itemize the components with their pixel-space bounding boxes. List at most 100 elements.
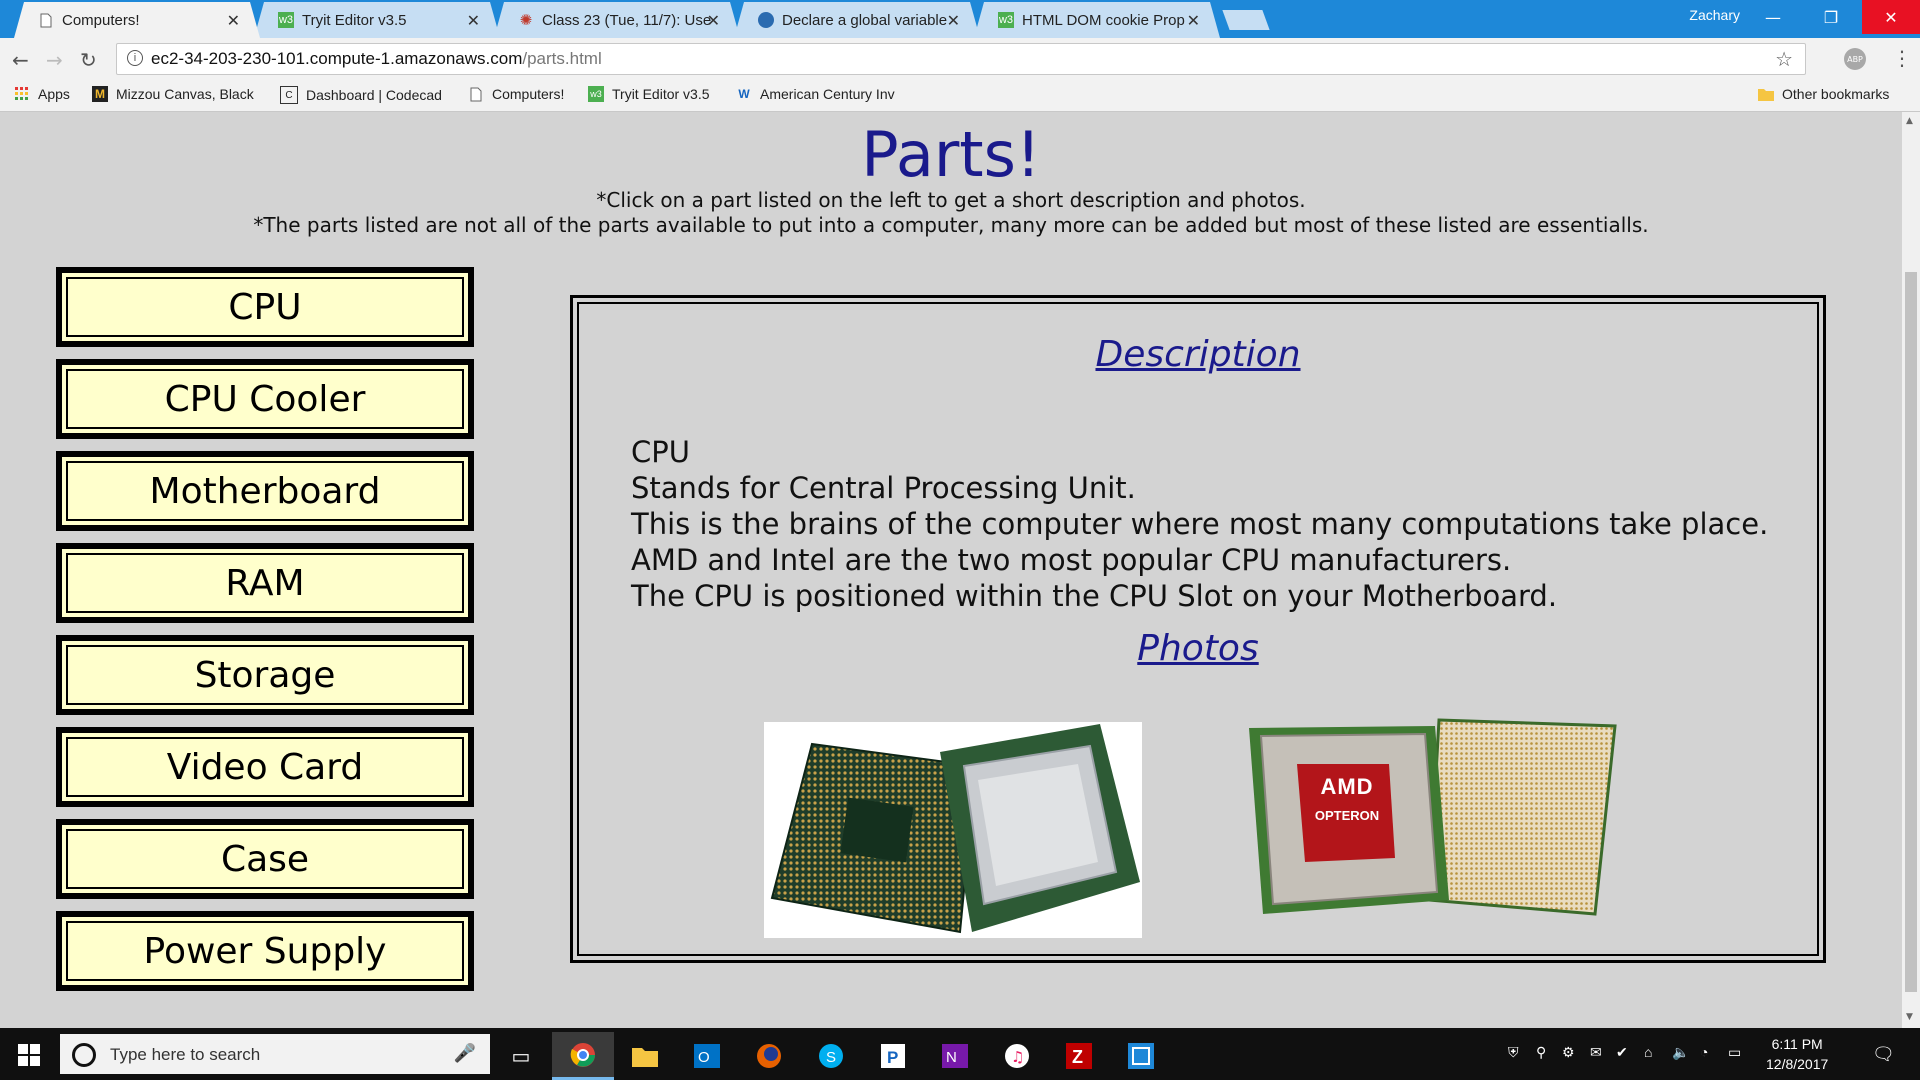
profile-name[interactable]: Zachary <box>1689 7 1740 23</box>
bookmark-american-century[interactable]: W American Century Inv <box>736 86 908 102</box>
description-line: The CPU is positioned within the CPU Slo… <box>631 579 1558 613</box>
cortana-icon <box>72 1043 96 1067</box>
restore-icon[interactable]: ❐ <box>1802 0 1860 34</box>
filezilla-icon[interactable]: Z <box>1048 1032 1110 1080</box>
skype-icon[interactable]: S <box>800 1032 862 1080</box>
info-icon[interactable]: i <box>127 50 143 66</box>
tab-title: Tryit Editor v3.5 <box>302 11 407 29</box>
app-window-icon[interactable] <box>1110 1032 1172 1080</box>
back-arrow-icon[interactable]: ← <box>12 48 29 72</box>
outlook-icon[interactable]: O <box>676 1032 738 1080</box>
description-heading: Description <box>1095 334 1301 375</box>
scroll-down-icon[interactable]: ▼ <box>1906 1012 1913 1022</box>
bookmark-codecademy[interactable]: C Dashboard | Codecad <box>280 86 450 104</box>
apps-grid-icon <box>14 86 30 102</box>
description-line: AMD and Intel are the two most popular C… <box>631 543 1512 577</box>
chrome-menu-icon[interactable]: ⋮ <box>1892 46 1912 70</box>
cpu-photo-amd-opteron: AMD OPTERON <box>1239 716 1619 916</box>
close-icon[interactable]: ✕ <box>1187 11 1200 31</box>
tab-class-23[interactable]: ✺ Class 23 (Tue, 11/7): Use ✕ <box>494 2 740 38</box>
onenote-icon[interactable]: N <box>924 1032 986 1080</box>
description-line: This is the brains of the computer where… <box>631 507 1769 541</box>
part-button-video-card[interactable]: Video Card <box>56 727 474 807</box>
browser-tab-strip: Computers! ✕ w3 Tryit Editor v3.5 ✕ ✺ Cl… <box>0 0 1920 38</box>
amd-logo-text: AMD <box>1320 774 1374 799</box>
description-panel: Description CPU Stands for Central Proce… <box>570 295 1826 963</box>
bookmark-apps[interactable]: Apps <box>14 86 70 102</box>
opteron-label: OPTERON <box>1314 808 1380 823</box>
bookmark-tryit-editor[interactable]: w3 Tryit Editor v3.5 <box>588 86 710 102</box>
tab-title: Computers! <box>62 11 140 29</box>
svg-text:O: O <box>698 1049 710 1066</box>
itunes-icon[interactable]: ♫ <box>986 1032 1048 1080</box>
american-century-icon: W <box>738 87 750 101</box>
battery-icon[interactable]: ▭ <box>1728 1044 1741 1061</box>
tab-tryit-editor[interactable]: w3 Tryit Editor v3.5 ✕ <box>254 2 500 38</box>
tab-declare-global[interactable]: Declare a global variable ✕ <box>734 2 980 38</box>
browser-toolbar: ← → ↻ i ec2-34-203-230-101.compute-1.ama… <box>0 38 1920 80</box>
url-text[interactable]: ec2-34-203-230-101.compute-1.amazonaws.c… <box>151 49 602 69</box>
svg-text:N: N <box>946 1049 957 1066</box>
minimize-icon[interactable]: — <box>1744 0 1802 34</box>
wifi-icon[interactable]: ◔ <box>1700 1044 1708 1060</box>
device-tray-icon[interactable]: ⌂ <box>1644 1044 1652 1060</box>
disclaimer-note: *The parts listed are not all of the par… <box>253 213 1649 237</box>
svg-text:Z: Z <box>1072 1047 1083 1067</box>
svg-text:S: S <box>826 1049 836 1066</box>
file-explorer-icon[interactable] <box>614 1032 676 1080</box>
sync-tray-icon[interactable]: ✔ <box>1616 1044 1628 1061</box>
new-tab-button[interactable] <box>1222 10 1270 30</box>
part-button-cpu[interactable]: CPU <box>56 267 474 347</box>
address-bar[interactable]: i ec2-34-203-230-101.compute-1.amazonaws… <box>116 43 1806 75</box>
close-icon[interactable]: ✕ <box>707 11 720 31</box>
pandora-icon[interactable]: P <box>862 1032 924 1080</box>
firefox-icon[interactable] <box>738 1032 800 1080</box>
shield-tray-icon[interactable]: ⛨ <box>1508 1044 1519 1061</box>
tab-computers[interactable]: Computers! ✕ <box>14 2 260 38</box>
reload-icon[interactable]: ↻ <box>80 48 97 72</box>
part-button-ram[interactable]: RAM <box>56 543 474 623</box>
page-title: Parts! <box>861 118 1041 191</box>
scroll-up-icon[interactable]: ▲ <box>1906 116 1913 126</box>
w3schools-icon: w3 <box>278 14 294 26</box>
scroll-thumb[interactable] <box>1905 272 1917 992</box>
gear-red-icon: ✺ <box>519 12 533 29</box>
part-button-cpu-cooler[interactable]: CPU Cooler <box>56 359 474 439</box>
outlook-tray-icon[interactable]: ✉ <box>1590 1044 1602 1061</box>
chrome-icon[interactable] <box>552 1032 614 1080</box>
other-bookmarks[interactable]: Other bookmarks <box>1758 86 1889 102</box>
part-button-motherboard[interactable]: Motherboard <box>56 451 474 531</box>
windows-taskbar: Type here to search 🎤 ▭ O S P N ♫ Z ⛨ ⚲ … <box>0 1028 1920 1080</box>
bookmark-star-icon[interactable]: ☆ <box>1775 47 1793 72</box>
forward-arrow-icon[interactable]: → <box>46 48 63 72</box>
taskbar-search-box[interactable]: Type here to search 🎤 <box>60 1034 490 1074</box>
windows-start-icon[interactable] <box>18 1044 40 1066</box>
part-button-power-supply[interactable]: Power Supply <box>56 911 474 991</box>
microphone-icon[interactable]: 🎤 <box>454 1043 476 1064</box>
w3schools-icon: w3 <box>998 14 1014 26</box>
adblock-plus-icon[interactable]: ABP <box>1844 48 1866 70</box>
page-icon <box>468 86 484 102</box>
tab-html-dom-cookie[interactable]: w3 HTML DOM cookie Prop ✕ <box>974 2 1220 38</box>
page-scrollbar[interactable]: ▲ ▼ <box>1902 112 1920 1028</box>
close-icon[interactable]: ✕ <box>467 11 480 31</box>
bookmarks-bar: Apps M Mizzou Canvas, Black C Dashboard … <box>0 80 1920 112</box>
window-close-icon[interactable]: ✕ <box>1862 0 1920 34</box>
taskbar-clock[interactable]: 6:11 PM 12/8/2017 <box>1766 1034 1828 1074</box>
close-icon[interactable]: ✕ <box>227 11 240 31</box>
network-tray-icon[interactable]: ⚙ <box>1562 1044 1575 1061</box>
w3schools-icon: w3 <box>588 86 604 102</box>
task-view-icon[interactable]: ▭ <box>490 1032 552 1080</box>
part-button-storage[interactable]: Storage <box>56 635 474 715</box>
volume-icon[interactable]: 🔈 <box>1672 1044 1689 1061</box>
usb-tray-icon[interactable]: ⚲ <box>1536 1044 1546 1061</box>
tab-title: Class 23 (Tue, 11/7): Use <box>542 11 712 29</box>
bookmark-mizzou-canvas[interactable]: M Mizzou Canvas, Black <box>92 86 264 102</box>
tab-title: Declare a global variable <box>782 11 948 29</box>
bookmark-computers[interactable]: Computers! <box>468 86 564 102</box>
clock-time: 6:11 PM <box>1771 1036 1823 1052</box>
page-content: Parts! *Click on a part listed on the le… <box>0 112 1902 1028</box>
part-button-case[interactable]: Case <box>56 819 474 899</box>
action-center-icon[interactable]: 🗨 <box>1872 1044 1895 1065</box>
close-icon[interactable]: ✕ <box>947 11 960 31</box>
